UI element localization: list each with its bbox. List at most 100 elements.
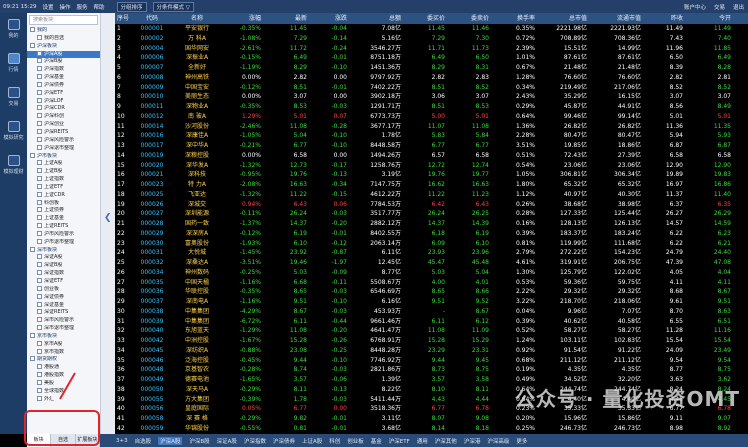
table-row[interactable]: 25 000032 深桑达A -3.51% 19.46 -1.97 12.45亿 45.47 4… (115, 258, 748, 268)
tree-node[interactable]: 沪深板块 (27, 42, 100, 51)
column-header[interactable]: 代码 (131, 13, 175, 24)
table-row[interactable]: 20 000027 深圳能源 -0.11% 26.24 -0.03 3517.77万 26.2… (115, 209, 748, 219)
top-right-item[interactable]: 退出 (733, 3, 744, 11)
column-header[interactable]: 序号 (115, 13, 131, 24)
top-right-item[interactable]: 交易 (714, 3, 725, 11)
tree-node[interactable]: 京市板块 (27, 332, 100, 341)
market-tab[interactable]: 深证A股 (217, 437, 237, 445)
top-menu-item[interactable]: 帮助 (94, 5, 105, 11)
tree-node[interactable]: 期货期权 (27, 356, 100, 364)
market-tab[interactable]: 沪深港 (464, 437, 481, 445)
table-row[interactable]: 24 000031 大悦城 -1.45% 23.92 -0.87 6.11亿 23.93 23.… (115, 248, 748, 258)
tree-node[interactable]: 沪深A股 (27, 50, 100, 59)
column-header[interactable]: 今开 (685, 13, 733, 24)
column-header[interactable]: 总额 (349, 13, 403, 24)
market-tab[interactable]: 沪深A股 (158, 436, 183, 445)
table-row[interactable]: 7 000009 中国宝安 -0.12% 8.51 -0.01 7402.22万 8.51 8.… (115, 83, 748, 93)
column-header[interactable]: 委卖价 (447, 13, 491, 24)
tree-node[interactable]: 深证指数 (27, 270, 100, 278)
tree-node[interactable]: 上证基金 (27, 215, 100, 223)
table-row[interactable]: 19 000026 深城交 0.94% 6.43 0.06 7784.53万 6.42 6.43… (115, 200, 748, 210)
top-right-item[interactable]: 账户中心 (684, 3, 706, 11)
column-header[interactable]: 涨跌 (309, 13, 349, 24)
table-row[interactable]: 28 000036 华联控股 -0.35% 8.65 -0.03 6546.69万 8.65 8… (115, 287, 748, 297)
column-header[interactable]: 最新 (263, 13, 309, 24)
table-row[interactable]: 33 000042 中洲控股 -1.67% 15.28 -0.26 6768.91万 15.2… (115, 336, 748, 346)
tree-node[interactable]: 沪市风险警示 (27, 230, 100, 239)
tree-node[interactable]: 上证CDR (27, 191, 100, 200)
tree-node[interactable]: 外汇 (27, 395, 100, 404)
tree-node[interactable]: 我的自选 (27, 34, 100, 43)
table-row[interactable]: 22 000029 深深房A -0.12% 6.19 -0.01 8402.55万 6.18 6… (115, 229, 748, 239)
table-row[interactable]: 35 000046 泛海控股 -0.45% 9.44 -0.10 7746.92万 9.44 9… (115, 356, 748, 366)
tree-node[interactable]: 沪深风险警示 (27, 136, 100, 145)
table-row[interactable]: 14 000019 深粮控股 0.00% 6.58 0.00 1494.26万 6.57 6.5… (115, 151, 748, 161)
tree-node[interactable]: 深证ETF (27, 278, 100, 286)
table-row[interactable]: 5 000007 全新好 -1.19% 8.29 -0.10 1451.36万 8.29 8.3… (115, 63, 748, 73)
table-row[interactable]: 41 000058 深 赛 格 -0.29% 9.82 -0.01 3.11亿 8.07 9.0… (115, 414, 748, 424)
tree-node[interactable]: 沪深基金 (27, 74, 100, 82)
table-row[interactable]: 16 000021 深科技 -0.95% 19.76 -0.13 3.19亿 19.76 19.… (115, 170, 748, 180)
column-header[interactable]: 名称 (175, 13, 221, 24)
table-row[interactable]: 36 000048 京基智农 -0.28% 8.74 -0.03 2821.86万 8.73 8… (115, 365, 748, 375)
table-row[interactable]: 1 000001 平安银行 -0.35% 11.45 -0.04 7.08亿 11.45 11.… (115, 24, 748, 34)
market-tab[interactable]: 沪深债券 (273, 437, 295, 445)
market-tab[interactable]: 沪深ETF (389, 437, 410, 445)
tree-node[interactable]: 美股 (27, 379, 100, 388)
market-tab[interactable]: 3+3 (116, 438, 128, 444)
tree-node[interactable]: 深证基金 (27, 301, 100, 310)
column-header[interactable]: 涨幅 (221, 13, 263, 24)
tree-node[interactable]: 上证ETF (27, 183, 100, 192)
table-row[interactable]: 9 000011 深物业A -0.35% 8.53 -0.03 1291.71万 8.51 8.… (115, 102, 748, 112)
tree-node[interactable]: 沪深REITS (27, 128, 100, 137)
condition-mode-dropdown[interactable]: 分条件模式 ▽ (152, 1, 195, 12)
market-tab[interactable]: 基金 (371, 437, 382, 445)
tree-node[interactable]: 沪深CDR (27, 105, 100, 113)
market-tab[interactable]: 创业板 (347, 437, 364, 445)
column-header[interactable]: 换手率 (491, 13, 537, 24)
nav-item[interactable]: 行情 (2, 53, 26, 73)
tree-node[interactable]: 上证指数 (27, 176, 100, 184)
tree-node[interactable]: 深市风险警示 (27, 317, 100, 325)
market-tab[interactable]: 上证A股 (302, 437, 322, 445)
tree-node[interactable]: 沪深LOF (27, 97, 100, 106)
table-row[interactable]: 23 000030 富奥股份 -1.93% 6.10 -0.12 2063.14万 6.09 6… (115, 239, 748, 249)
tree-node[interactable]: 上证A股 (27, 160, 100, 168)
tree-node[interactable]: 沪深科创 (27, 113, 100, 121)
table-row[interactable]: 4 000006 深振业A -0.15% 6.49 -0.01 8751.18万 6.49 6.… (115, 53, 748, 63)
tree-node[interactable]: 沪深债券 (27, 81, 100, 90)
top-menu-item[interactable]: 设置 (42, 5, 53, 11)
tree-node[interactable]: 深证REITS (27, 309, 100, 317)
panel-splitter[interactable]: ❮ (100, 13, 115, 434)
market-tab[interactable]: 通用 (417, 437, 428, 445)
tree-node[interactable]: 沪市退市整理 (27, 238, 100, 247)
group-sort-dropdown[interactable]: 分组排序 (116, 1, 147, 12)
tree-node[interactable]: 深市板块 (27, 246, 100, 255)
table-row[interactable]: 21 000028 国药一致 -1.37% 14.37 -0.20 2882.12万 14.3… (115, 219, 748, 229)
top-menu-item[interactable]: 操作 (59, 5, 70, 11)
table-row[interactable]: 26 000034 神州数码 -0.25% 5.03 -0.09 8.77亿 5.03 5.04… (115, 268, 748, 278)
tree-node[interactable]: 港股指数 (27, 372, 100, 380)
market-tab[interactable]: 沪深指数 (244, 437, 266, 445)
market-tab[interactable]: 沪深高级 (487, 437, 509, 445)
nav-item[interactable]: 交易 (2, 87, 26, 107)
tree-node[interactable]: 创业板 (27, 285, 100, 294)
top-menu-item[interactable]: 服务 (76, 5, 87, 11)
table-row[interactable]: 42 000059 华锦股份 -0.55% 0.81 -0.01 3.68亿 8.14 8.18… (115, 424, 748, 434)
column-header[interactable]: 昨收 (643, 13, 685, 24)
nav-item[interactable]: 我的 (2, 19, 26, 39)
tree-node[interactable]: 深证B股 (27, 262, 100, 270)
column-header[interactable]: 委买价 (403, 13, 447, 24)
table-row[interactable]: 34 000045 深纺织A -0.88% 23.08 -0.25 8448.28万 23.2… (115, 346, 748, 356)
table-row[interactable]: 13 000017 深中华A -0.21% 6.77 -0.10 8448.58万 6.77 6… (115, 141, 748, 151)
table-row[interactable]: 31 000039 中集集团 -6.72% 6.11 -0.44 9661.46万 6.11 6… (115, 317, 748, 327)
market-tab[interactable]: 更多 (516, 437, 527, 445)
tree-node[interactable]: 京市A股 (27, 340, 100, 349)
tree-node[interactable]: 沪市板块 (27, 152, 100, 161)
nav-item[interactable]: 模拟研究 (2, 121, 26, 141)
tree-node[interactable]: 深证债券 (27, 293, 100, 302)
table-row[interactable]: 15 000020 深华发A -1.32% 12.73 -0.17 1258.76万 12.7… (115, 161, 748, 171)
table-row[interactable]: 27 000035 中国天楹 -1.16% 6.68 -0.11 5508.67万 4.00 4… (115, 278, 748, 288)
column-header[interactable]: 流通市值 (589, 13, 643, 24)
tree-node[interactable]: 沪深创业 (27, 121, 100, 129)
